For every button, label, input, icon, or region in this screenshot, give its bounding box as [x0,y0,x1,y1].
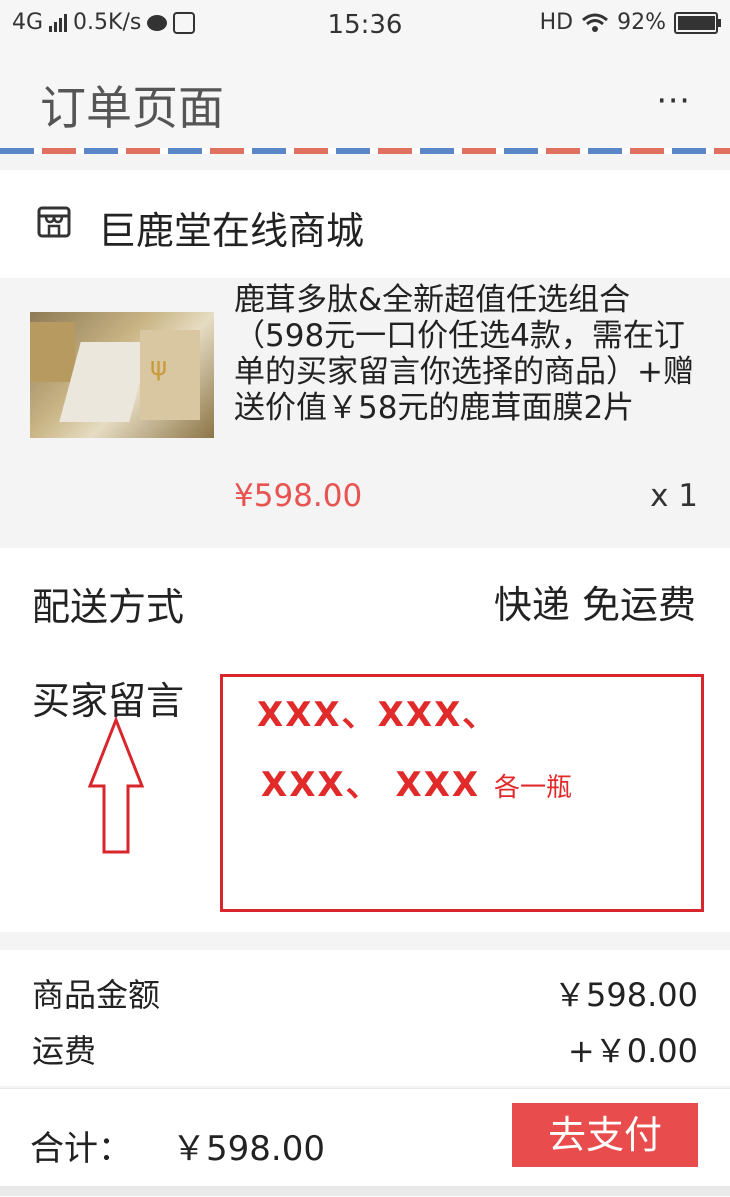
shipping-label: 配送方式 [32,585,185,629]
product-title: 鹿茸多肽&全新超值任选组合（598元一口价任选4款，需在订单的买家留言你选择的商… [234,282,694,426]
page-title: 订单页面 [40,81,224,135]
freight-label: 运费 [32,1032,97,1070]
goods-amount-value: ￥598.00 [554,976,698,1014]
product-image: ψ [30,312,214,438]
app-header: 订单页面 ⋯ [0,50,730,148]
airmail-divider [0,148,730,154]
battery-percent: 92% [617,10,666,35]
hd-indicator: HD [539,10,574,35]
goods-amount-label: 商品金额 [32,976,161,1014]
total-label: 合计： [30,1129,132,1169]
battery-icon [674,11,721,34]
wifi-icon [582,13,609,32]
shipping-row[interactable]: 配送方式 快递 免运费 [0,548,730,644]
more-menu-icon[interactable]: ⋯ [656,80,692,120]
status-bar: 4G 0.5K/s 15:36 HD 92% [0,0,730,50]
note-text-line2: XXX、 XXX 各一瓶 [261,765,572,805]
goods-amount-row: 商品金额 ￥598.00 [32,970,698,1016]
shipping-value: 快递 免运费 [493,583,696,627]
freight-row: 运费 +￥0.00 [32,1026,698,1072]
product-quantity: x 1 [650,478,698,514]
checkout-bar: 合计： ￥598.00 去支付 [0,1088,730,1197]
shop-header[interactable]: 巨鹿堂在线商城 [0,170,730,278]
bottom-edge [0,1186,730,1196]
store-icon [37,206,71,238]
product-price: ¥598.00 [234,478,363,514]
totals-section: 商品金额 ￥598.00 运费 +￥0.00 [0,950,730,1086]
pay-button[interactable]: 去支付 [512,1103,698,1167]
buyer-note-row: 买家留言 XXX、XXX、 XXX、 XXX 各一瓶 [0,644,730,932]
total-amount: ￥598.00 [172,1129,325,1169]
up-arrow-annotation [87,716,145,854]
freight-value: +￥0.00 [567,1032,698,1070]
shop-name: 巨鹿堂在线商城 [98,209,365,253]
product-item[interactable]: ψ 鹿茸多肽&全新超值任选组合（598元一口价任选4款，需在订单的买家留言你选择… [0,282,730,546]
buyer-note-input[interactable]: XXX、XXX、 XXX、 XXX 各一瓶 [220,674,704,912]
note-text-line1: XXX、XXX、 [257,695,499,735]
note-suffix: 各一瓶 [493,773,572,803]
